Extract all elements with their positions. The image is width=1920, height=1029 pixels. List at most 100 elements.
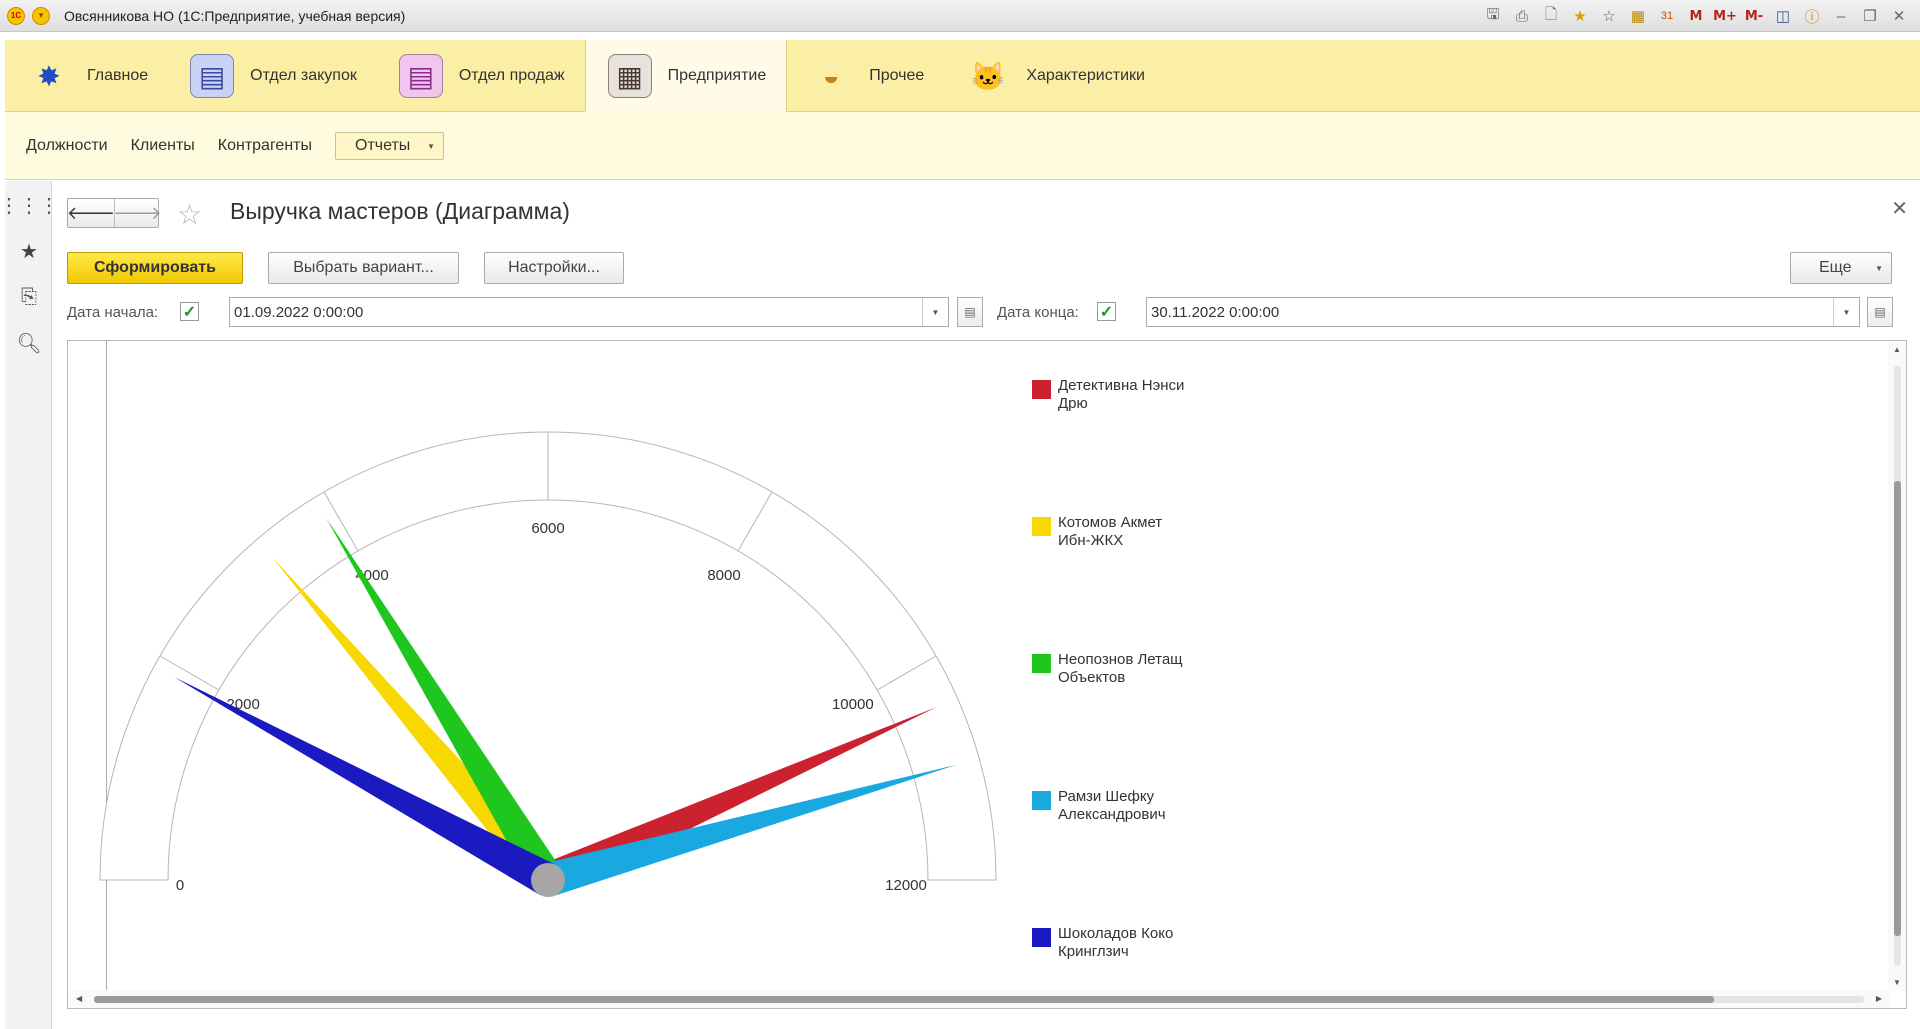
section-label: Главное	[87, 67, 149, 84]
legend-swatch	[1032, 928, 1051, 947]
page-title: Выручка мастеров (Диаграмма)	[230, 198, 570, 224]
vertical-scrollbar[interactable]: ▲ ▼	[1888, 341, 1906, 991]
back-arrow-icon[interactable]: 🡐	[67, 199, 115, 227]
gauge-tick-label: 8000	[707, 567, 740, 584]
main-menu-icon[interactable]: ▾	[32, 6, 50, 25]
gauge-tick-label: 12000	[885, 877, 927, 894]
chevron-down-icon: ▼	[427, 141, 435, 151]
chevron-down-icon: ▼	[1875, 264, 1883, 273]
end-date-value: 30.11.2022 0:00:00	[1151, 303, 1280, 321]
select-variant-button[interactable]: Выбрать вариант...	[268, 252, 459, 284]
section-characteristics[interactable]: 🐱 Характеристики	[944, 40, 1165, 112]
legend-swatch	[1032, 791, 1051, 810]
panels-icon[interactable]: ◫	[1770, 4, 1796, 28]
chevron-down-icon[interactable]: ▼	[922, 298, 948, 326]
chevron-down-icon[interactable]: ▼	[1833, 298, 1859, 326]
favorite-add-icon[interactable]: ★	[1567, 4, 1593, 28]
section-sales[interactable]: ▤ Отдел продаж	[377, 40, 585, 112]
section-purchases[interactable]: ▤ Отдел закупок	[168, 40, 377, 112]
other-section-icon: ◒	[822, 60, 840, 91]
select-variant-label: Выбрать вариант...	[293, 259, 434, 276]
window-title: Овсянникова НО (1С:Предприятие, учебная …	[64, 7, 406, 24]
gauge-chart: 020004000600080001000012000	[99, 431, 997, 897]
info-icon[interactable]: ⓘ	[1799, 4, 1825, 28]
memory-m-icon[interactable]: M	[1683, 4, 1709, 28]
legend-swatch	[1032, 517, 1051, 536]
vertical-scroll-thumb[interactable]	[1894, 481, 1901, 936]
apps-grid-icon[interactable]: ⋮⋮⋮	[0, 193, 59, 217]
app-logo-icon[interactable]: 1С	[7, 6, 25, 25]
section-other[interactable]: ◒ Прочее	[787, 40, 944, 112]
horizontal-scrollbar[interactable]: ◀ ▶	[68, 990, 1890, 1008]
horizontal-scroll-thumb[interactable]	[94, 996, 1714, 1003]
more-button[interactable]: Еще ▼	[1790, 252, 1892, 284]
forward-arrow-icon[interactable]: 🡒	[113, 199, 162, 227]
calendar-picker-icon[interactable]: ▤	[957, 297, 983, 327]
start-date-value: 01.09.2022 0:00:00	[234, 303, 364, 321]
gauge-tick-label: 0	[176, 877, 184, 894]
sections-panel: ✸ Главное ▤ Отдел закупок ▤ Отдел продаж…	[5, 40, 1920, 112]
favorites-icon[interactable]: ☆	[1596, 4, 1622, 28]
generate-button[interactable]: Сформировать	[67, 252, 243, 284]
legend-item: Неопознов Летащ Объектов	[1032, 651, 1183, 687]
scroll-right-icon[interactable]: ▶	[1876, 994, 1882, 1003]
section-enterprise[interactable]: ▦ Предприятие	[584, 40, 788, 112]
section-label: Отдел продаж	[458, 67, 565, 84]
title-bar: 1С ▾ Овсянникова НО (1С:Предприятие, уче…	[0, 0, 1920, 32]
chart-legend: Детективна Нэнси Дрю Котомов Акмет Ибн-ЖК…	[1032, 341, 1252, 1001]
scroll-up-icon[interactable]: ▲	[1893, 345, 1901, 354]
preview-icon[interactable]: 🗋	[1538, 4, 1564, 28]
scroll-left-icon[interactable]: ◀	[76, 994, 82, 1003]
start-date-field[interactable]: 01.09.2022 0:00:00 ▼	[229, 297, 949, 327]
start-date-checkbox[interactable]: ✓	[180, 302, 199, 321]
print-icon[interactable]: ⎙	[1509, 4, 1535, 28]
minimize-icon[interactable]: –	[1828, 4, 1854, 28]
link-counterparties[interactable]: Контрагенты	[218, 137, 312, 155]
section-label: Предприятие	[667, 67, 767, 84]
characteristics-section-icon: 🐱	[970, 60, 1006, 92]
history-icon[interactable]: ⎘	[17, 285, 41, 309]
gauge-hub	[531, 863, 565, 897]
calculator-icon[interactable]: ▦	[1625, 4, 1651, 28]
end-date-checkbox[interactable]: ✓	[1097, 302, 1116, 321]
legend-item: Шоколадов Коко Кринглзич	[1032, 925, 1173, 961]
main-section-icon: ✸	[37, 60, 61, 92]
legend-label: Шоколадов Коко Кринглзич	[1058, 925, 1174, 960]
scroll-down-icon[interactable]: ▼	[1893, 978, 1901, 987]
section-main[interactable]: ✸ Главное	[5, 40, 168, 112]
app-window: 1С ▾ Овсянникова НО (1С:Предприятие, уче…	[0, 0, 1920, 1029]
restore-icon[interactable]: ❐	[1857, 4, 1883, 28]
chart-area: 0 2000 4000 6000 8000 10000 12000 Детективна Н…	[67, 340, 1907, 1009]
calendar-picker-icon[interactable]: ▤	[1867, 297, 1893, 327]
save-icon[interactable]: 🖫	[1480, 4, 1506, 28]
memory-minus-icon[interactable]: M-	[1741, 4, 1767, 28]
end-date-field[interactable]: 30.11.2022 0:00:00 ▼	[1146, 297, 1860, 327]
gauge-tick-label: 6000	[531, 520, 564, 537]
favorite-star-icon[interactable]: ☆	[177, 198, 202, 231]
memory-plus-icon[interactable]: M+	[1712, 4, 1738, 28]
link-positions[interactable]: Должности	[26, 137, 108, 155]
history-navigation: 🡐 🡒	[67, 198, 162, 228]
legend-item: Детективна Нэнси Дрю	[1032, 377, 1184, 413]
start-date-label: Дата начала:	[67, 304, 159, 321]
search-icon[interactable]: 🔍︎	[16, 331, 41, 355]
purchases-section-icon: ▤	[190, 54, 235, 98]
legend-item: Котомов Акмет Ибн-ЖКХ	[1032, 514, 1162, 550]
report-form: 🡐 🡒 ☆ Выручка мастеров (Диаграмма) ✕ Сфо…	[53, 181, 1920, 1029]
legend-label: Рамзи Шефку Александрович	[1058, 788, 1166, 823]
section-label: Отдел закупок	[250, 67, 357, 84]
section-label: Прочее	[869, 67, 925, 84]
more-label: Еще	[1819, 259, 1852, 276]
calendar-icon[interactable]: 31	[1654, 4, 1680, 28]
settings-button[interactable]: Настройки...	[484, 252, 624, 284]
reports-label: Отчеты	[355, 136, 411, 154]
link-clients[interactable]: Клиенты	[131, 137, 195, 155]
left-tools-panel: ⋮⋮⋮ ★ ⎘ 🔍︎	[0, 181, 59, 1029]
settings-label: Настройки...	[508, 259, 600, 276]
favorites-star-icon[interactable]: ★	[17, 239, 41, 263]
section-commands: Должности Клиенты Контрагенты Отчеты ▼	[5, 112, 1920, 180]
close-form-icon[interactable]: ✕	[1891, 196, 1908, 221]
close-window-icon[interactable]: ✕	[1886, 4, 1912, 28]
title-toolbar: 🖫 ⎙ 🗋 ★ ☆ ▦ 31 M M+ M- ◫ ⓘ – ❐ ✕	[1480, 4, 1912, 28]
reports-dropdown-button[interactable]: Отчеты ▼	[335, 131, 444, 160]
